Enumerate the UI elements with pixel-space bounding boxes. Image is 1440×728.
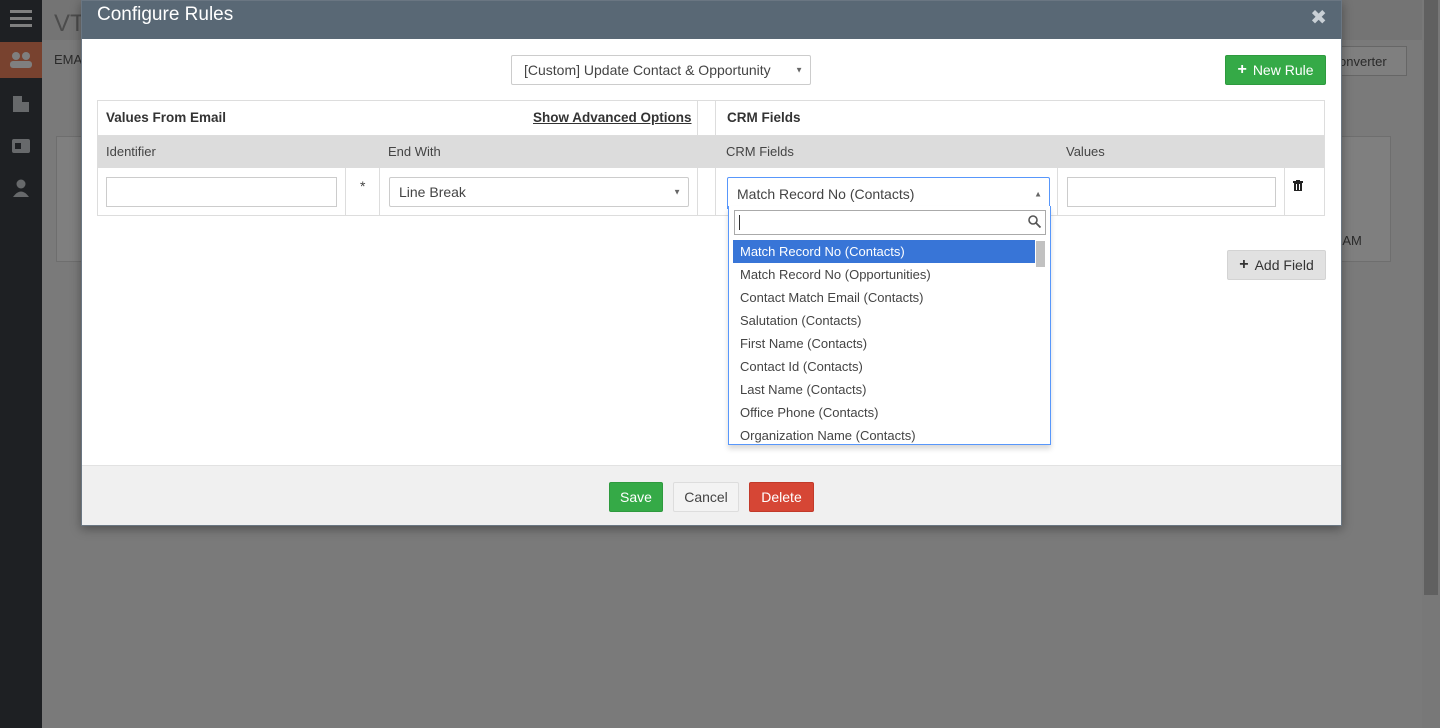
show-advanced-options-link[interactable]: Show Advanced Options: [533, 110, 692, 125]
table-header: Values From Email Show Advanced Options …: [98, 101, 1324, 136]
dropdown-option-list: Match Record No (Contacts) Match Record …: [733, 240, 1035, 443]
dropdown-option[interactable]: Contact Id (Contacts): [733, 355, 1035, 378]
column-crm-fields: CRM Fields: [726, 144, 794, 159]
dropdown-option[interactable]: First Name (Contacts): [733, 332, 1035, 355]
modal-footer: Save Cancel Delete: [82, 465, 1341, 525]
text-cursor: [739, 215, 740, 230]
crm-field-dropdown: Match Record No (Contacts) Match Record …: [728, 206, 1051, 445]
add-field-button[interactable]: + Add Field: [1227, 250, 1326, 280]
divider: [1057, 168, 1058, 216]
crm-fields-heading: CRM Fields: [727, 110, 801, 125]
trash-icon[interactable]: [1293, 179, 1303, 194]
modal-header: Configure Rules ✖: [82, 1, 1341, 39]
plus-icon: +: [1239, 256, 1249, 273]
table-subheader: Identifier End With CRM Fields Values: [98, 136, 1324, 168]
required-marker: *: [360, 178, 366, 194]
search-icon: [1028, 215, 1042, 231]
column-values: Values: [1066, 144, 1105, 159]
crm-field-value: Match Record No (Contacts): [737, 185, 915, 202]
column-end-with: End With: [388, 144, 441, 159]
divider: [715, 168, 716, 216]
column-identifier: Identifier: [106, 144, 156, 159]
crm-field-select[interactable]: Match Record No (Contacts) ▲: [727, 177, 1050, 209]
divider: [697, 101, 698, 136]
chevron-up-icon: ▲: [1034, 189, 1042, 198]
end-with-select[interactable]: Line Break ▼: [389, 177, 689, 207]
values-input[interactable]: [1067, 177, 1276, 207]
values-from-email-heading: Values From Email: [106, 110, 227, 125]
identifier-input[interactable]: [106, 177, 337, 207]
save-button[interactable]: Save: [609, 482, 663, 512]
divider: [1284, 168, 1285, 216]
dropdown-scrollbar-thumb[interactable]: [1036, 241, 1045, 267]
chevron-down-icon: ▼: [795, 65, 803, 75]
configure-rules-modal: Configure Rules ✖ [Custom] Update Contac…: [81, 0, 1342, 526]
add-field-label: Add Field: [1254, 257, 1314, 273]
dropdown-option[interactable]: Last Name (Contacts): [733, 378, 1035, 401]
modal-title: Configure Rules: [97, 4, 234, 25]
divider: [697, 168, 698, 216]
dropdown-option[interactable]: Salutation (Contacts): [733, 309, 1035, 332]
delete-button[interactable]: Delete: [749, 482, 814, 512]
rule-select-value: [Custom] Update Contact & Opportunity: [524, 62, 771, 78]
new-rule-label: New Rule: [1252, 62, 1314, 78]
plus-icon: +: [1237, 61, 1247, 78]
dropdown-option[interactable]: Organization Name (Contacts): [733, 424, 1035, 443]
divider: [379, 168, 380, 216]
cancel-button[interactable]: Cancel: [673, 482, 739, 512]
divider: [715, 101, 716, 136]
new-rule-button[interactable]: + New Rule: [1225, 55, 1326, 85]
chevron-down-icon: ▼: [673, 187, 681, 197]
end-with-value: Line Break: [399, 184, 466, 200]
dropdown-option[interactable]: Match Record No (Opportunities): [733, 263, 1035, 286]
close-icon[interactable]: ✖: [1310, 5, 1327, 30]
dropdown-option[interactable]: Match Record No (Contacts): [733, 240, 1035, 263]
rule-select[interactable]: [Custom] Update Contact & Opportunity ▼: [511, 55, 811, 85]
rules-table: Values From Email Show Advanced Options …: [97, 100, 1325, 216]
dropdown-option[interactable]: Contact Match Email (Contacts): [733, 286, 1035, 309]
dropdown-option[interactable]: Office Phone (Contacts): [733, 401, 1035, 424]
divider: [345, 168, 346, 216]
dropdown-search-input[interactable]: [734, 210, 1046, 235]
